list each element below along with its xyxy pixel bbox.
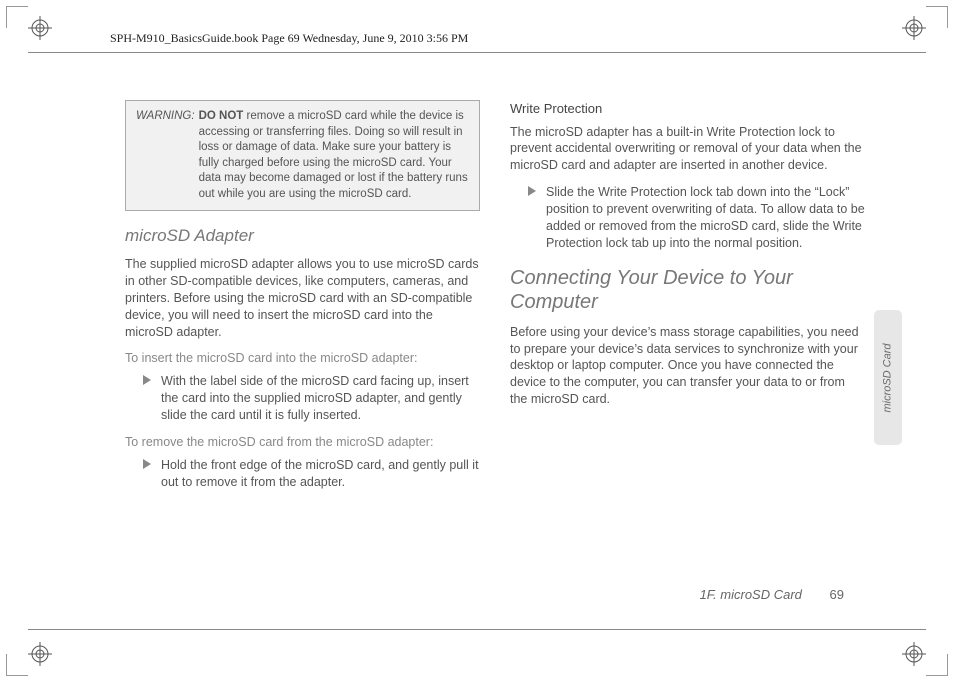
registration-mark-icon: [28, 642, 52, 666]
warning-box: WARNING: DO NOT remove a microSD card wh…: [125, 100, 480, 211]
crop-mark-bl: [6, 654, 28, 676]
bullet-remove: Hold the front edge of the microSD card,…: [143, 457, 480, 491]
side-tab: microSD Card: [874, 310, 902, 445]
paragraph-adapter: The supplied microSD adapter allows you …: [125, 256, 480, 340]
heading-microsd-adapter: microSD Adapter: [125, 225, 480, 248]
heading-connecting: Connecting Your Device to Your Computer: [510, 266, 865, 314]
bullet-insert: With the label side of the microSD card …: [143, 373, 480, 424]
crop-mark-br: [926, 654, 948, 676]
subhead-remove: To remove the microSD card from the micr…: [125, 434, 480, 451]
registration-mark-icon: [902, 16, 926, 40]
warning-text: DO NOT remove a microSD card while the d…: [199, 109, 469, 202]
side-tab-label: microSD Card: [882, 343, 894, 412]
footer-section: 1F. microSD Card: [700, 587, 802, 602]
heading-write-protection: Write Protection: [510, 100, 865, 118]
bullet-write-protection: Slide the Write Protection lock tab down…: [528, 184, 865, 252]
bullet-remove-text: Hold the front edge of the microSD card,…: [161, 457, 480, 491]
crop-mark-tl: [6, 6, 28, 28]
triangle-bullet-icon: [143, 459, 151, 469]
page-footer: 1F. microSD Card 69: [700, 587, 844, 602]
triangle-bullet-icon: [528, 186, 536, 196]
right-column: Write Protection The microSD adapter has…: [510, 100, 865, 600]
registration-mark-icon: [28, 16, 52, 40]
subhead-insert: To insert the microSD card into the micr…: [125, 350, 480, 367]
registration-mark-icon: [902, 642, 926, 666]
paragraph-connecting: Before using your device’s mass storage …: [510, 324, 865, 408]
crop-mark-tr: [926, 6, 948, 28]
bullet-write-text: Slide the Write Protection lock tab down…: [546, 184, 865, 252]
footer-page-number: 69: [830, 587, 844, 602]
warning-label: WARNING:: [136, 109, 195, 202]
bullet-insert-text: With the label side of the microSD card …: [161, 373, 480, 424]
page-body: WARNING: DO NOT remove a microSD card wh…: [125, 100, 865, 600]
frame-line-bottom: [28, 629, 926, 630]
left-column: WARNING: DO NOT remove a microSD card wh…: [125, 100, 480, 600]
warning-bold: DO NOT: [199, 110, 244, 122]
paragraph-write-protection: The microSD adapter has a built-in Write…: [510, 124, 865, 175]
frame-line-top: [28, 52, 926, 53]
document-header-meta: SPH-M910_BasicsGuide.book Page 69 Wednes…: [110, 31, 468, 46]
triangle-bullet-icon: [143, 375, 151, 385]
warning-rest: remove a microSD card while the device i…: [199, 110, 468, 200]
